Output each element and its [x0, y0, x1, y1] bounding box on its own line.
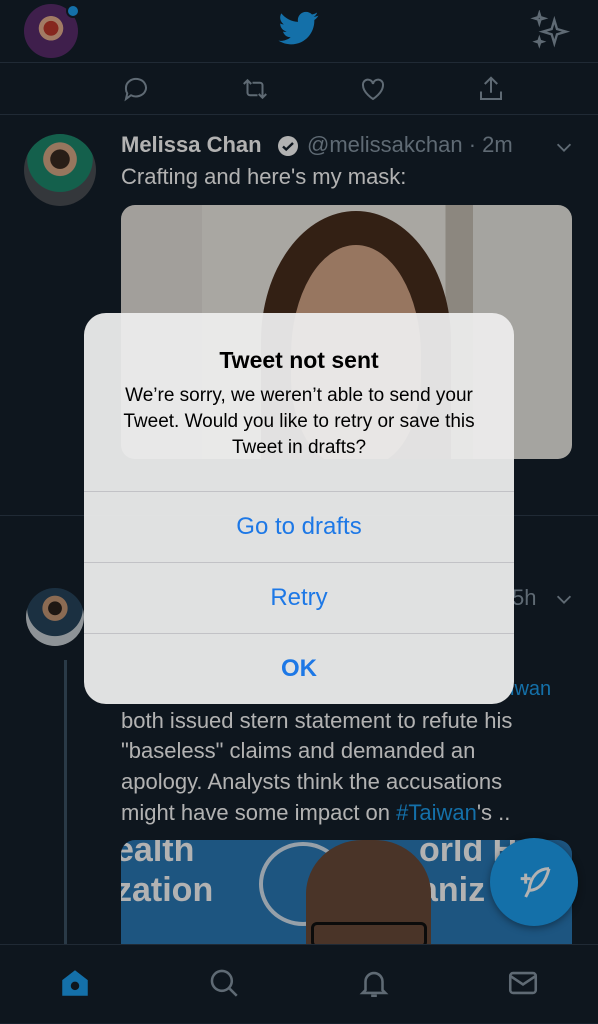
ok-button[interactable]: OK: [84, 634, 514, 704]
tweet-not-sent-alert: Tweet not sent We’re sorry, we weren’t a…: [84, 313, 514, 704]
alert-title: Tweet not sent: [219, 347, 379, 373]
retry-button[interactable]: Retry: [84, 563, 514, 633]
go-to-drafts-button[interactable]: Go to drafts: [84, 492, 514, 562]
alert-message: We’re sorry, we weren’t able to send you…: [123, 385, 475, 458]
